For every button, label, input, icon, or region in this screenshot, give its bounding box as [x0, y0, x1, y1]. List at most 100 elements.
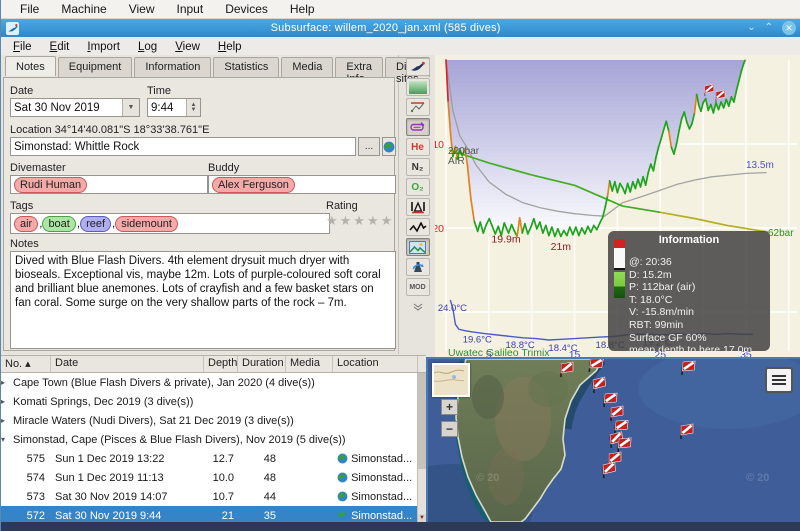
menu-view[interactable]: View — [166, 41, 209, 53]
profile-info-box: Information @: 20:36D: 15.2mP: 112bar (a… — [608, 231, 770, 351]
trip-row[interactable]: ▸Komati Springs, Dec 2019 (3 dive(s)) — [1, 392, 426, 411]
trip-row[interactable]: ▸Cape Town (Blue Flash Divers & private)… — [1, 373, 426, 392]
maximize-button[interactable]: ⌃ — [765, 23, 773, 33]
tags-input[interactable]: air, boat, reef, sidemount — [10, 213, 330, 234]
dive-row[interactable]: 574Sun 1 Dec 2019 11:1310.048 Simonstad.… — [1, 468, 426, 487]
tab-information[interactable]: Information — [134, 57, 211, 77]
bottle-refresh-icon[interactable] — [406, 258, 430, 276]
location-cell: Simonstad... — [333, 453, 418, 465]
tag-air[interactable]: air — [14, 216, 38, 232]
menu-import[interactable]: Import — [78, 41, 129, 53]
column-header-location[interactable]: Location — [333, 356, 418, 372]
window-titlebar[interactable]: Subsurface: willem_2020_jan.xml (585 div… — [1, 19, 800, 37]
menu-log[interactable]: Log — [129, 41, 166, 53]
dive-depth: 10.0 — [204, 472, 238, 484]
chevron-down-icon[interactable]: ▼ — [122, 99, 139, 116]
spinner-arrows-icon[interactable]: ▲▼ — [186, 99, 200, 116]
info-row: P: 112bar (air) — [629, 281, 752, 294]
photos-icon[interactable] — [406, 238, 430, 256]
tab-notes[interactable]: Notes — [5, 56, 56, 76]
mod-button[interactable]: MOD — [406, 278, 430, 296]
expander-triangle-icon[interactable]: ▸ — [1, 397, 13, 406]
svg-text:62bar: 62bar — [768, 228, 794, 239]
vm-menu-machine[interactable]: Machine — [50, 2, 117, 16]
time-label: Time — [147, 85, 171, 97]
info-row: D: 15.2m — [629, 269, 752, 282]
dive-list-scrollbar[interactable]: ▼ — [417, 373, 426, 523]
date-combobox[interactable]: Sat 30 Nov 2019 ▼ — [10, 98, 140, 117]
rating-stars[interactable]: ★★★★★ — [326, 213, 394, 229]
helium-graph-button[interactable]: He — [406, 138, 430, 156]
buddy-input[interactable]: Alex Ferguson — [208, 175, 396, 194]
dive-profile-panel: HeN₂O₂MOD 24.0°C19.6°C18.8°C18.4°C18.8°C… — [399, 55, 800, 360]
window-title: Subsurface: willem_2020_jan.xml (585 div… — [24, 22, 747, 34]
ruler-icon[interactable] — [406, 98, 430, 116]
tag-boat[interactable]: boat — [42, 216, 75, 232]
subsurface-window: FileMachineViewInputDevicesHelp Subsurfa… — [0, 0, 800, 531]
dive-row[interactable]: 575Sun 1 Dec 2019 13:2212.748 Simonstad.… — [1, 449, 426, 468]
time-spinbox[interactable]: 9:44 ▲▼ — [147, 98, 201, 117]
diver-icon[interactable] — [406, 58, 430, 76]
trip-row[interactable]: ▾Simonstad, Cape (Pisces & Blue Flash Di… — [1, 430, 426, 449]
vm-menu-view[interactable]: View — [118, 2, 166, 16]
trip-row[interactable]: ▸Miracle Waters (Nudi Divers), Sat 21 De… — [1, 411, 426, 430]
column-header-duration[interactable]: Duration — [238, 356, 286, 372]
notes-textarea[interactable]: Dived with Blue Flash Divers. 4th elemen… — [10, 251, 396, 349]
ceiling-gradient-icon[interactable] — [406, 78, 430, 96]
tab-extra-info[interactable]: Extra Info — [335, 57, 383, 77]
buddy-label: Buddy — [208, 162, 239, 174]
tag-reef[interactable]: reef — [80, 216, 111, 232]
map-zoom-out-button[interactable]: − — [441, 421, 458, 437]
tag-sidemount[interactable]: sidemount — [115, 216, 178, 232]
dc-ceiling-icon[interactable] — [406, 118, 430, 136]
column-header-media[interactable]: Media — [286, 356, 333, 372]
dive-depth: 12.7 — [204, 453, 238, 465]
tab-equipment[interactable]: Equipment — [58, 57, 133, 77]
collapse-chevrons-icon[interactable] — [406, 298, 430, 316]
dive-number: 572 — [1, 510, 51, 522]
column-header-no[interactable]: No. ▴ — [1, 356, 51, 372]
location-more-button[interactable]: ... — [358, 137, 380, 156]
vm-menu-devices[interactable]: Devices — [214, 2, 279, 16]
heartrate-icon[interactable] — [406, 218, 430, 236]
tab-statistics[interactable]: Statistics — [213, 57, 279, 77]
notes-label: Notes — [10, 238, 39, 250]
dive-date: Sun 1 Dec 2019 13:22 — [51, 453, 204, 465]
column-header-depth[interactable]: Depth — [204, 356, 238, 372]
notes-panel: NotesEquipmentInformationStatisticsMedia… — [1, 55, 399, 354]
oxygen-graph-button[interactable]: O₂ — [406, 178, 430, 196]
map-canvas[interactable]: © 20© 20 — [428, 359, 800, 522]
location-cell: Simonstad... — [333, 491, 418, 503]
menu-file[interactable]: File — [4, 41, 41, 53]
info-box-title: Information — [608, 231, 770, 246]
divemaster-input[interactable]: Rudi Human — [10, 175, 208, 194]
map-overview-inset[interactable] — [432, 363, 470, 397]
tissues-icon[interactable] — [406, 198, 430, 216]
svg-text:20: 20 — [435, 223, 444, 235]
globe-button[interactable] — [382, 137, 396, 156]
nitrogen-graph-button[interactable]: N₂ — [406, 158, 430, 176]
expander-triangle-icon[interactable]: ▸ — [1, 416, 13, 425]
close-button[interactable]: ✕ — [782, 21, 796, 35]
dive-list-header[interactable]: No. ▴DateDepthDurationMediaLocation — [1, 356, 426, 373]
map-zoom-in-button[interactable]: + — [441, 399, 458, 415]
info-row: T: 18.0°C — [629, 294, 752, 307]
minimize-button[interactable]: ⌄ — [747, 23, 755, 33]
location-input[interactable]: Simonstad: Whittle Rock — [10, 137, 356, 156]
menu-help[interactable]: Help — [209, 41, 251, 53]
scrollbar-thumb[interactable] — [418, 373, 426, 469]
expander-triangle-icon[interactable]: ▾ — [1, 435, 13, 444]
column-header-date[interactable]: Date — [51, 356, 204, 372]
expander-triangle-icon[interactable]: ▸ — [1, 378, 13, 387]
dive-row[interactable]: 572Sat 30 Nov 2019 9:442135 Simonstad... — [1, 506, 426, 523]
dive-row[interactable]: 573Sat 30 Nov 2019 14:0710.744 Simonstad… — [1, 487, 426, 506]
info-row: V: -15.8m/min — [629, 306, 752, 319]
tab-media[interactable]: Media — [281, 57, 333, 77]
menu-edit[interactable]: Edit — [41, 41, 79, 53]
vm-menu-file[interactable]: File — [9, 2, 50, 16]
vm-menu-help[interactable]: Help — [279, 2, 326, 16]
vm-menu-input[interactable]: Input — [166, 2, 215, 16]
date-label: Date — [10, 85, 33, 97]
map-menu-button[interactable] — [765, 367, 793, 393]
dive-site-map[interactable]: © 20© 20 + − — [426, 357, 800, 522]
